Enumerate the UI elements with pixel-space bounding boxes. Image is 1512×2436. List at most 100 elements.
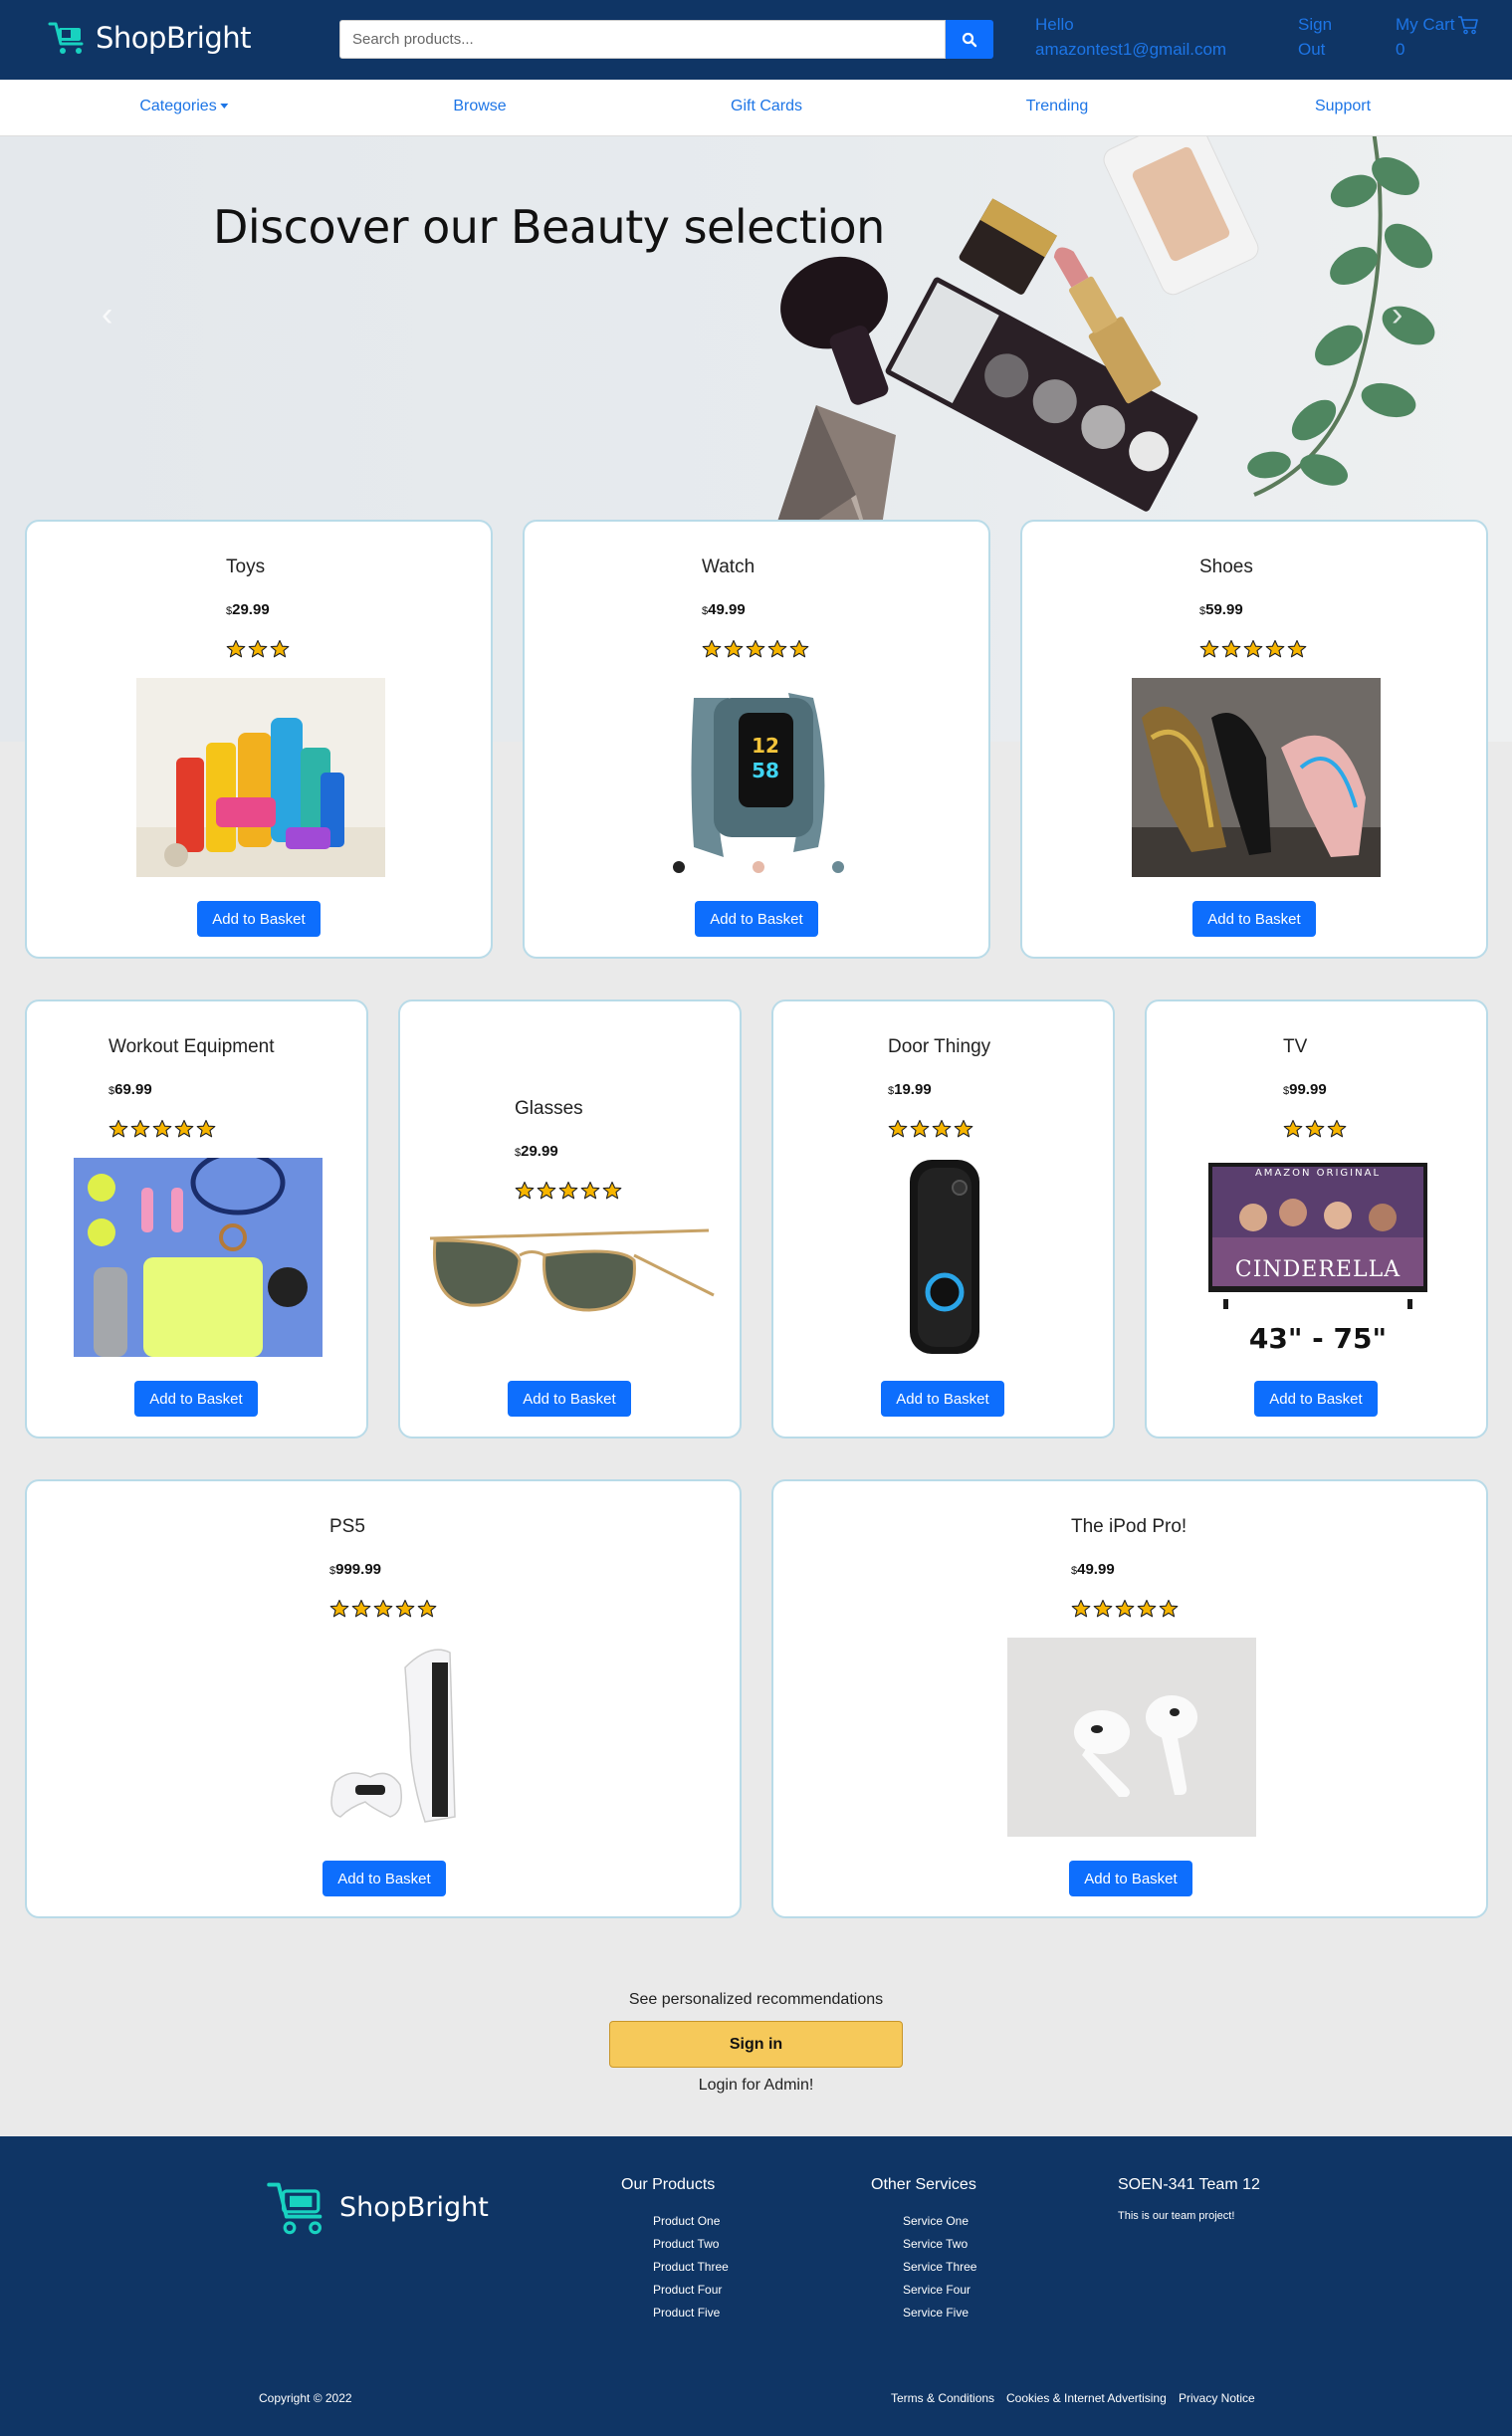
star-icon xyxy=(152,1119,172,1138)
sign-out-link[interactable]: Sign Out xyxy=(1298,12,1348,62)
product-title: Watch xyxy=(702,556,756,577)
star-icon xyxy=(1243,639,1263,658)
footer-service-link[interactable]: Service One xyxy=(903,2210,976,2233)
admin-login-link[interactable]: Login for Admin! xyxy=(0,2077,1512,2095)
product-price: $19.99 xyxy=(888,1081,932,1098)
star-icon xyxy=(888,1119,908,1138)
footer: ShopBright Our Products Product One Prod… xyxy=(0,2136,1512,2436)
search-input[interactable] xyxy=(339,20,946,59)
sign-in-button[interactable]: Sign in xyxy=(609,2021,903,2068)
search-bar xyxy=(339,20,993,59)
product-title: Door Thingy xyxy=(888,1036,991,1057)
footer-product-link[interactable]: Product Three xyxy=(653,2256,729,2279)
cart-count: 0 xyxy=(1396,40,1405,59)
footer-product-link[interactable]: Product Four xyxy=(653,2279,729,2302)
star-icon xyxy=(248,639,268,658)
add-to-basket-button[interactable]: Add to Basket xyxy=(508,1381,631,1417)
price-value: 69.99 xyxy=(114,1081,152,1098)
star-icon xyxy=(1221,639,1241,658)
recommendations-text: See personalized recommendations xyxy=(628,1991,884,2008)
add-to-basket-button[interactable]: Add to Basket xyxy=(197,901,321,937)
brand-logo[interactable]: ShopBright xyxy=(48,20,251,56)
price-value: 29.99 xyxy=(232,601,270,618)
star-rating xyxy=(108,1119,216,1139)
product-price: $999.99 xyxy=(329,1561,381,1578)
star-icon xyxy=(602,1181,622,1200)
star-rating xyxy=(1071,1599,1179,1619)
footer-product-link[interactable]: Product One xyxy=(653,2210,729,2233)
product-card-glasses: Glasses $29.99 Add to Basket xyxy=(398,999,742,1439)
footer-service-link[interactable]: Service Two xyxy=(903,2233,976,2256)
tv-banner-text: AMAZON ORIGINAL xyxy=(1254,1168,1382,1179)
add-to-basket-button[interactable]: Add to Basket xyxy=(695,901,818,937)
star-icon xyxy=(767,639,787,658)
footer-brand-logo[interactable]: ShopBright xyxy=(266,2176,489,2238)
add-to-basket-button[interactable]: Add to Basket xyxy=(134,1381,258,1417)
footer-products-column: Our Products Product One Product Two Pro… xyxy=(621,2176,729,2325)
product-title: Toys xyxy=(226,556,266,577)
star-icon xyxy=(724,639,744,658)
account-greeting[interactable]: Hello amazontest1@gmail.com xyxy=(1035,12,1254,62)
star-rating xyxy=(226,639,290,659)
footer-team-text: This is our team project! xyxy=(1118,2210,1235,2222)
cart-link[interactable]: My Cart 0 xyxy=(1396,12,1505,62)
price-value: 49.99 xyxy=(708,601,746,618)
chevron-left-icon[interactable]: ‹ xyxy=(102,296,112,334)
product-image-airpods xyxy=(1007,1638,1256,1837)
add-to-basket-button[interactable]: Add to Basket xyxy=(881,1381,1004,1417)
star-icon xyxy=(1287,639,1307,658)
product-card-ipod-pro: The iPod Pro! $49.99 Add to Basket xyxy=(771,1479,1488,1918)
terms-link[interactable]: Terms & Conditions xyxy=(891,2391,994,2405)
nav-gift-cards[interactable]: Gift Cards xyxy=(731,98,802,115)
add-to-basket-button[interactable]: Add to Basket xyxy=(1069,1861,1192,1896)
star-icon xyxy=(702,639,722,658)
star-rating xyxy=(329,1599,437,1619)
main-nav: Categories Browse Gift Cards Trending Su… xyxy=(0,80,1512,136)
star-icon xyxy=(174,1119,194,1138)
search-button[interactable] xyxy=(946,20,993,59)
price-value: 999.99 xyxy=(335,1561,382,1578)
cart-logo-icon xyxy=(48,22,84,54)
sign-out-label-2: Out xyxy=(1298,40,1326,59)
product-price: $99.99 xyxy=(1283,1081,1327,1098)
nav-trending[interactable]: Trending xyxy=(1026,98,1089,115)
product-image-watch: 12 58 xyxy=(634,678,883,877)
nav-support[interactable]: Support xyxy=(1315,98,1371,115)
footer-service-link[interactable]: Service Three xyxy=(903,2256,976,2279)
privacy-link[interactable]: Privacy Notice xyxy=(1179,2391,1255,2405)
add-to-basket-button[interactable]: Add to Basket xyxy=(1192,901,1316,937)
footer-service-link[interactable]: Service Four xyxy=(903,2279,976,2302)
nav-categories[interactable]: Categories xyxy=(139,98,229,115)
product-price: $49.99 xyxy=(1071,1561,1115,1578)
svg-text:58: 58 xyxy=(752,759,779,782)
star-icon xyxy=(1093,1599,1113,1618)
add-to-basket-button[interactable]: Add to Basket xyxy=(1254,1381,1378,1417)
product-image-toys xyxy=(136,678,385,877)
search-icon xyxy=(962,32,977,47)
product-price: $69.99 xyxy=(108,1081,152,1098)
top-header: ShopBright Hello amazontest1@gmail.com S… xyxy=(0,0,1512,80)
product-title: Glasses xyxy=(515,1098,583,1119)
tv-movie-title: CINDERELLA xyxy=(1234,1257,1402,1282)
nav-browse[interactable]: Browse xyxy=(453,98,506,115)
chevron-right-icon[interactable]: › xyxy=(1392,296,1403,334)
add-to-basket-button[interactable]: Add to Basket xyxy=(323,1861,446,1896)
product-image-ps5 xyxy=(261,1638,510,1837)
star-rating xyxy=(1199,639,1307,659)
footer-product-link[interactable]: Product Two xyxy=(653,2233,729,2256)
star-icon xyxy=(1283,1119,1303,1138)
star-icon xyxy=(373,1599,393,1618)
star-icon xyxy=(932,1119,952,1138)
sign-out-label-1: Sign xyxy=(1298,15,1333,34)
cart-label: My Cart xyxy=(1396,15,1455,34)
cookies-link[interactable]: Cookies & Internet Advertising xyxy=(1006,2391,1167,2405)
star-icon xyxy=(1327,1119,1347,1138)
star-icon xyxy=(910,1119,930,1138)
star-icon xyxy=(417,1599,437,1618)
hello-label: Hello xyxy=(1035,15,1074,34)
product-image-doorbell xyxy=(820,1158,1069,1357)
shopping-cart-icon xyxy=(1457,15,1478,34)
footer-services-column: Other Services Service One Service Two S… xyxy=(871,2176,976,2325)
footer-service-link[interactable]: Service Five xyxy=(903,2302,976,2325)
footer-product-link[interactable]: Product Five xyxy=(653,2302,729,2325)
